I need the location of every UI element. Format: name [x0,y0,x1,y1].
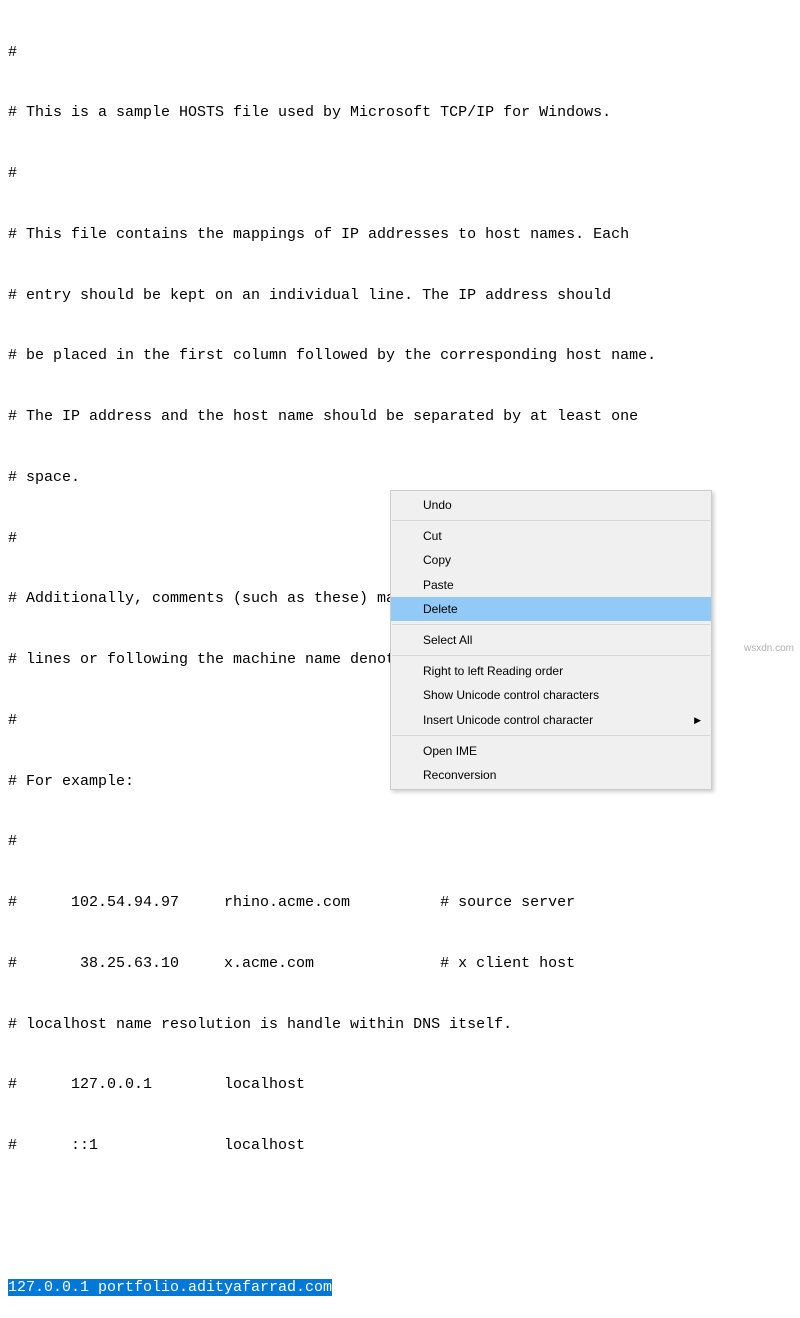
menu-open-ime[interactable]: Open IME [391,739,711,763]
hosts-line: # 102.54.94.97 rhino.acme.com # source s… [8,893,792,913]
menu-separator [392,624,710,625]
watermark: wsxdn.com [744,642,794,656]
menu-select-all[interactable]: Select All [391,628,711,652]
menu-separator [392,520,710,521]
submenu-arrow-icon: ▶ [694,714,701,726]
menu-paste[interactable]: Paste [391,573,711,597]
hosts-line: # 38.25.63.10 x.acme.com # x client host [8,954,792,974]
menu-item-label: Insert Unicode control character [423,713,593,727]
menu-reconversion[interactable]: Reconversion [391,763,711,787]
menu-copy[interactable]: Copy [391,548,711,572]
hosts-line: # localhost name resolution is handle wi… [8,1015,792,1035]
hosts-line: # be placed in the first column followed… [8,346,792,366]
selected-text: 127.0.0.1 portfolio.adityafarrad.com [8,1278,792,1298]
hosts-line: # 127.0.0.1 localhost [8,1075,792,1095]
hosts-line: # This file contains the mappings of IP … [8,225,792,245]
menu-insert-unicode-ctrl[interactable]: Insert Unicode control character ▶ [391,708,711,732]
menu-rtl-reading-order[interactable]: Right to left Reading order [391,659,711,683]
menu-show-unicode-ctrl[interactable]: Show Unicode control characters [391,683,711,707]
menu-undo[interactable]: Undo [391,493,711,517]
hosts-line: # ::1 localhost [8,1136,792,1156]
hosts-line: # [8,832,792,852]
hosts-line: # space. [8,468,792,488]
menu-delete[interactable]: Delete [391,597,711,621]
hosts-line: # [8,43,792,63]
hosts-line: # [8,164,792,184]
menu-cut[interactable]: Cut [391,524,711,548]
hosts-line: # The IP address and the host name shoul… [8,407,792,427]
hosts-line: # entry should be kept on an individual … [8,286,792,306]
context-menu: Undo Cut Copy Paste Delete Select All Ri… [390,490,712,790]
hosts-line: # This is a sample HOSTS file used by Mi… [8,103,792,123]
menu-separator [392,735,710,736]
menu-separator [392,655,710,656]
